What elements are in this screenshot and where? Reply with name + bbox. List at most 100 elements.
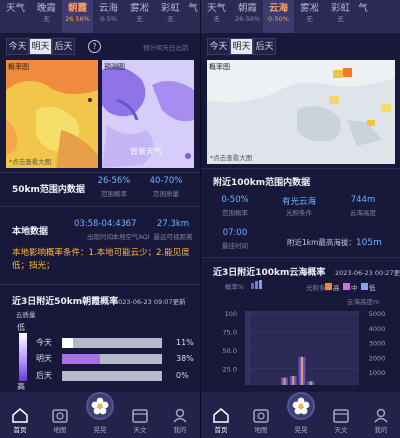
day-tab-tomorrow[interactable]: 明天 (230, 38, 253, 55)
day-tab-after[interactable]: 后天 (52, 38, 75, 55)
tab-weather[interactable]: 天气 (0, 0, 31, 33)
flower-icon (86, 392, 114, 420)
tab-rainbow[interactable]: 彩虹无 (155, 0, 186, 33)
tab-rainbow[interactable]: 彩虹无 (325, 0, 356, 33)
chart-light-mark (309, 381, 312, 385)
chart-left-tick: 100 (225, 310, 237, 318)
range-probability-value: 26-56% (97, 176, 131, 186)
tabbar-label: 首页 (13, 426, 27, 434)
tabbar-mine[interactable]: 我的 (363, 406, 399, 434)
day-tab-tomorrow[interactable]: 明天 (29, 38, 52, 55)
home-icon (213, 408, 229, 423)
cloud-sea-chart: 100 75.0 50.0 25.0 5000 4000 3000 2000 1000 (223, 310, 386, 385)
legend-prob-swatch (251, 280, 262, 289)
tabbar-mine[interactable]: 我的 (162, 406, 198, 434)
flower-icon (287, 392, 315, 420)
chart-right-tick: 3000 (369, 340, 386, 348)
forecast-map[interactable]: 预测图 背景天气 (102, 60, 194, 168)
range-probability-value: 0-50% (221, 195, 249, 205)
tabbar-center[interactable]: 晃晃 (283, 392, 319, 434)
map-note: *点击查看大图 (9, 158, 52, 166)
prob-bar-track (62, 354, 162, 364)
chart-left-tick: 50.0 (223, 347, 237, 355)
tabbar-label: 我的 (173, 426, 187, 434)
best-time-value: 07:00 (222, 228, 248, 238)
tab-cloud-sea[interactable]: 云海 0-50% (263, 0, 294, 33)
day-tab-after[interactable]: 后天 (253, 38, 276, 55)
range-probability-label: 范围概率 (101, 190, 127, 198)
forecast-map-label: 预测图 (104, 63, 125, 71)
calendar-icon (132, 409, 148, 423)
tabbar-home[interactable]: 首页 (2, 406, 38, 434)
prob-bar-tomorrow: 明天 38% (36, 353, 196, 365)
help-icon[interactable]: ? (88, 40, 101, 53)
prob-bar-track (62, 371, 162, 381)
tab-sunrise-glow[interactable]: 朝霞 26 56% (62, 0, 93, 33)
tab-sunset[interactable]: 晚霞无 (31, 0, 62, 33)
day-tab-today[interactable]: 今天 (6, 38, 29, 55)
quality-label: 云质量 (16, 311, 36, 319)
local-aqi-label: 本地空气AQI (112, 233, 150, 241)
tabbar-home[interactable]: 首页 (203, 406, 239, 434)
cloud-height-value: 744m (350, 195, 376, 205)
tabbar-label: 晃晃 (93, 426, 107, 434)
top-category-tabs: 天气无 朝霞 26-56% 云海 0-50% 雾凇无 彩虹无 气 (201, 0, 400, 33)
range-title: 50km范围内数据 (12, 185, 85, 195)
map-icon (52, 409, 68, 423)
top-category-tabs: 天气 晚霞无 朝霞 26 56% 云海 0-5% 雾凇无 彩虹无 气 (0, 0, 200, 33)
chart-current-marker (245, 311, 251, 385)
map-label: 概率图 (209, 63, 230, 71)
chart-light-mark (301, 356, 303, 385)
map-note: *点击查看大图 (210, 154, 253, 162)
divider (0, 172, 200, 173)
prob-bar-pct: 38% (176, 354, 194, 363)
divider (201, 257, 400, 258)
chart-left-tick: 25.0 (223, 366, 237, 374)
day-tab-today[interactable]: 今天 (207, 38, 230, 55)
tabbar-astronomy[interactable]: 天文 (122, 406, 158, 434)
home-icon (12, 408, 28, 423)
tab-sunrise-glow[interactable]: 朝霞 26-56% (232, 0, 263, 33)
tabbar-astronomy[interactable]: 天文 (323, 406, 359, 434)
divider (0, 284, 200, 285)
tab-rime[interactable]: 雾凇无 (294, 0, 325, 33)
scale-high-label: 高 (17, 382, 25, 391)
bottom-tabbar: 首页 地图 晃晃 天文 我的 (0, 392, 200, 438)
chart-light-mark (292, 376, 295, 385)
tab-more[interactable]: 气 (186, 0, 200, 33)
day-selector: 今天 明天 后天 (6, 38, 75, 55)
tab-cloud-sea[interactable]: 云海 0-5% (93, 0, 124, 33)
probability-map[interactable]: 概率图 *点击查看大图 (6, 60, 98, 168)
cloud-sea-map-image (207, 60, 395, 164)
prob-bar-day: 今天 (36, 338, 52, 347)
scale-low-label: 低 (17, 323, 25, 332)
tabbar-map[interactable]: 地图 (42, 406, 78, 434)
chart-right-tick: 4000 (369, 325, 386, 333)
light-condition-value: 有光云海 (281, 197, 316, 207)
tabbar-label: 天文 (133, 426, 147, 434)
chart-right-tick: 1000 (369, 369, 386, 377)
tabbar-label: 地图 (254, 426, 268, 434)
altitude-info: 附近1km最高海拔：105m (287, 237, 382, 248)
cloud-height-label: 云海高度 (350, 209, 376, 217)
cloud-sea-map[interactable]: 概率图 *点击查看大图 (207, 60, 395, 164)
range-probability-label: 范围概率 (222, 209, 248, 217)
prob-bar-today: 今天 11% (36, 337, 196, 349)
left-screen: 天气 晚霞无 朝霞 26 56% 云海 0-5% 雾凇无 彩虹无 气 今天 明天 后… (0, 0, 200, 438)
tabbar-center[interactable]: 晃晃 (82, 392, 118, 434)
tab-rime[interactable]: 雾凇无 (124, 0, 155, 33)
bottom-tabbar: 首页 地图 晃晃 天文 我的 (201, 392, 400, 438)
chart-title: 近3日附近100km云海概率 (213, 268, 326, 278)
legend-high-swatch (325, 283, 332, 290)
prob-bar-pct: 0% (176, 371, 189, 380)
tabbar-map[interactable]: 地图 (243, 406, 279, 434)
tabbar-label: 晃晃 (294, 426, 308, 434)
tabbar-label: 地图 (53, 426, 67, 434)
prob-date: 2023-06-23 09:07更新 (114, 298, 186, 306)
tab-more[interactable]: 气 (356, 0, 370, 33)
tab-weather[interactable]: 天气无 (201, 0, 232, 33)
day-selector: 今天 明天 后天 (207, 38, 276, 55)
tabbar-label: 首页 (214, 426, 228, 434)
legend-low: 低 (369, 284, 376, 292)
prob-bar-day: 后天 (36, 371, 52, 380)
